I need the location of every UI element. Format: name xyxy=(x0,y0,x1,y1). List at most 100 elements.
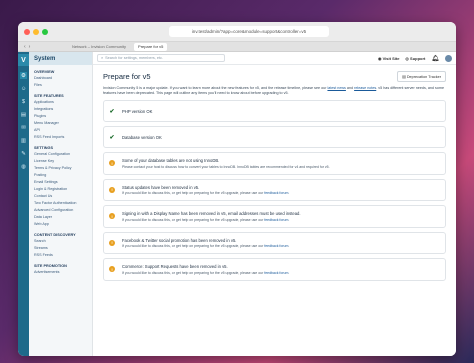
search-icon: ⌕ xyxy=(101,56,104,60)
sidebar-item[interactable]: Files xyxy=(29,82,92,89)
check-card: ✔ PHP version OK xyxy=(103,100,446,122)
sidebar-item[interactable]: Search xyxy=(29,238,92,245)
feedback-forum-link[interactable]: feedback forum xyxy=(264,271,288,275)
browser-nav: ‹ › xyxy=(24,44,64,50)
intro-text: Invision Community 5 is a major update. … xyxy=(103,86,446,96)
warning-icon: ! xyxy=(109,213,115,220)
admin-app: V ⚙ ☺ $ ▤ ✉ ▥ ✎ ◍ System Overview Dashbo… xyxy=(18,52,456,356)
warning-card: ! Signing in with a Display Name has bee… xyxy=(103,205,446,228)
sidebar-section-site-features: Site Features Applications Integrations … xyxy=(29,89,92,141)
visit-site-label: Visit Site xyxy=(382,55,400,61)
sidebar-item[interactable]: Streams xyxy=(29,245,92,252)
sidebar-section-title: Settings xyxy=(34,146,53,150)
main-panel: ⌕ Search for settings, members, etc. ◉ V… xyxy=(93,52,456,356)
avatar[interactable] xyxy=(445,54,452,62)
feedback-forum-link[interactable]: feedback forum xyxy=(264,218,288,222)
sidebar-section-title: Overview xyxy=(34,70,55,74)
browser-tabbar: ‹ › Network – Invision Community Prepare… xyxy=(18,42,456,52)
sidebar-section-content-discovery: Content Discovery Search Streams RSS Fee… xyxy=(29,228,92,259)
sidebar-item[interactable]: Two Factor Authentication xyxy=(29,200,92,207)
bell-icon[interactable]: 🔔︎ xyxy=(431,55,439,62)
sidebar-section-overview: Overview Dashboard Files xyxy=(29,65,92,89)
warning-icon: ! xyxy=(109,239,115,246)
window-controls xyxy=(24,28,48,35)
browser-tab-active[interactable]: Prepare for v5 xyxy=(134,42,168,51)
search-input[interactable]: ⌕ Search for settings, members, etc. xyxy=(97,54,225,62)
sidebar-section-settings: Settings General Configuration License K… xyxy=(29,141,92,228)
release-notes-link[interactable]: release notes xyxy=(354,86,376,90)
browser-titlebar: inv.test/admin/?app=core&module=support&… xyxy=(18,22,456,42)
check-title: Some of your database tables are not usi… xyxy=(122,158,220,163)
sidebar-item[interactable]: Advertisements xyxy=(29,269,92,276)
minimize-window-button[interactable] xyxy=(33,28,39,35)
page-content: Prepare for v5 ▤ Deprecation Tracker Inv… xyxy=(93,65,456,291)
address-bar[interactable]: inv.test/admin/?app=core&module=support&… xyxy=(169,26,329,37)
sidebar-section-title: Content Discovery xyxy=(34,233,76,237)
logo-icon[interactable]: V xyxy=(18,54,29,66)
sidebar-item[interactable]: Contact Us xyxy=(29,193,92,200)
visit-site-button[interactable]: ◉ Visit Site xyxy=(378,56,399,61)
document-icon[interactable]: ▤ xyxy=(20,111,27,118)
warning-card: ! Commerce: Support Requests have been r… xyxy=(103,258,446,281)
latest-news-link[interactable]: latest news xyxy=(327,86,345,90)
sidebar-item[interactable]: Applications xyxy=(29,99,92,106)
sidebar-item[interactable]: Plugins xyxy=(29,113,92,120)
sidebar-item[interactable]: Terms & Privacy Policy xyxy=(29,165,92,172)
nav-rail: V ⚙ ☺ $ ▤ ✉ ▥ ✎ ◍ xyxy=(18,52,29,356)
sidebar-item[interactable]: Dashboard xyxy=(29,75,92,82)
brush-icon[interactable]: ✎ xyxy=(20,150,27,157)
warning-icon: ! xyxy=(109,186,115,193)
maximize-window-button[interactable] xyxy=(42,28,48,35)
admin-topbar: ⌕ Search for settings, members, etc. ◉ V… xyxy=(93,52,456,65)
sidebar-item[interactable]: RSS Feeds xyxy=(29,252,92,259)
sidebar-item[interactable]: Posting xyxy=(29,172,92,179)
sidebar: System Overview Dashboard Files Site Fea… xyxy=(29,52,93,356)
sidebar-item[interactable]: Email Settings xyxy=(29,179,92,186)
sidebar-item[interactable]: Menu Manager xyxy=(29,120,92,127)
dollar-icon[interactable]: $ xyxy=(20,98,27,105)
check-desc: If you would like to discuss this, or ge… xyxy=(122,270,290,275)
sidebar-item[interactable]: RSS Feed Imports xyxy=(29,134,92,141)
tracker-label: Deprecation Tracker xyxy=(406,75,441,79)
warning-icon: ! xyxy=(109,160,115,167)
sidebar-item[interactable]: Login & Registration xyxy=(29,186,92,193)
check-title: Facebook & Twitter social promotion has … xyxy=(122,237,237,243)
check-desc: If you would like to discuss this, or ge… xyxy=(122,244,290,248)
globe-icon[interactable]: ◍ xyxy=(20,163,27,170)
check-title: Signing in with a Display Name has been … xyxy=(122,211,301,216)
sidebar-item[interactable]: Advanced Configuration xyxy=(29,207,92,214)
deprecation-tracker-button[interactable]: ▤ Deprecation Tracker xyxy=(397,71,446,82)
sidebar-item[interactable]: API xyxy=(29,127,92,134)
sidebar-item[interactable]: Web App xyxy=(29,221,92,228)
chart-icon[interactable]: ▥ xyxy=(20,137,27,144)
topbar-actions: ◉ Visit Site ◎ Support 🔔︎ xyxy=(378,54,452,62)
check-desc: If you would like to discuss this, or ge… xyxy=(122,191,290,195)
check-title: PHP version OK xyxy=(122,108,153,114)
chat-icon[interactable]: ✉ xyxy=(20,124,27,131)
back-icon[interactable]: ‹ xyxy=(24,44,26,50)
support-button[interactable]: ◎ Support xyxy=(405,56,425,61)
sidebar-item[interactable]: Integrations xyxy=(29,106,92,113)
check-desc: Please contact your host to discuss how … xyxy=(122,164,330,169)
gear-icon[interactable]: ⚙ xyxy=(20,72,27,79)
browser-tab[interactable]: Network – Invision Community xyxy=(68,43,130,51)
warning-card: ! Some of your database tables are not u… xyxy=(103,152,446,175)
check-title: Database version OK xyxy=(122,134,162,140)
check-desc: If you would like to discuss this, or ge… xyxy=(122,217,290,222)
feedback-forum-link[interactable]: feedback forum xyxy=(264,244,288,248)
check-title: Commerce: Support Requests have been rem… xyxy=(122,264,228,269)
feedback-forum-link[interactable]: feedback forum xyxy=(264,191,288,195)
forward-icon[interactable]: › xyxy=(29,44,31,50)
warning-icon: ! xyxy=(109,266,115,273)
sidebar-item[interactable]: General Configuration xyxy=(29,151,92,158)
sidebar-item[interactable]: License Key xyxy=(29,158,92,165)
users-icon[interactable]: ☺ xyxy=(20,85,27,92)
search-placeholder: Search for settings, members, etc. xyxy=(105,56,163,60)
check-body: Database version OK xyxy=(122,135,162,140)
check-title: Status updates have been removed in v5. xyxy=(122,184,200,190)
checkmark-icon: ✔ xyxy=(109,134,115,141)
sidebar-item[interactable]: Data Layer xyxy=(29,214,92,221)
check-body: PHP version OK xyxy=(122,109,152,114)
close-window-button[interactable] xyxy=(24,28,30,35)
check-body: Facebook & Twitter social promotion has … xyxy=(122,238,289,249)
